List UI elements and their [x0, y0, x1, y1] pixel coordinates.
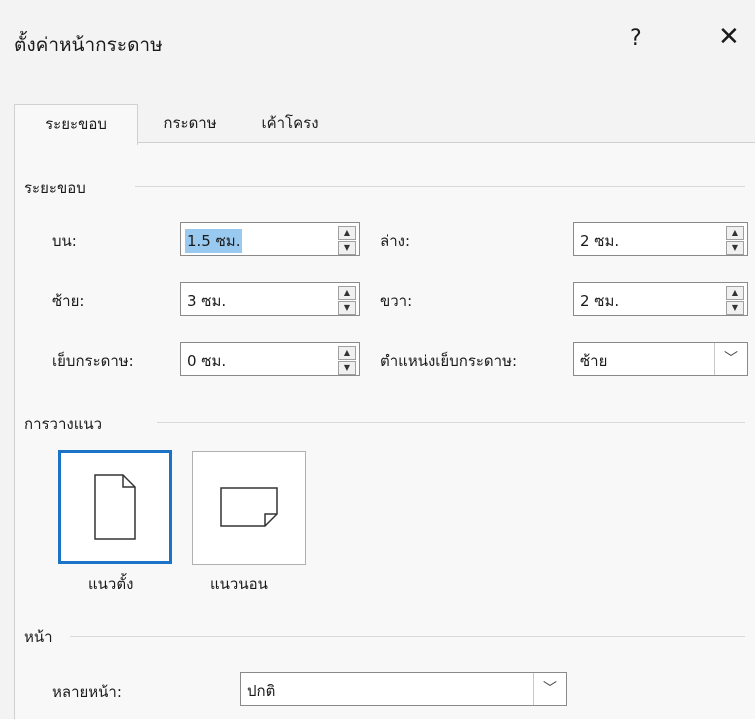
spin-down-icon[interactable]: ▼ — [338, 241, 356, 255]
top-label: บน: — [52, 232, 77, 250]
multiple-pages-label: หลายหน้า: — [52, 683, 122, 701]
right-margin-value[interactable]: 2 ซม. — [580, 289, 619, 313]
spin-down-icon[interactable]: ▼ — [338, 361, 356, 375]
tab-layout[interactable]: เค้าโครง — [240, 104, 340, 142]
pages-group-label: หน้า — [24, 628, 53, 646]
right-margin-spinner[interactable]: 2 ซม. ▲ ▼ — [573, 282, 748, 316]
bottom-label: ล่าง: — [380, 232, 410, 250]
tab-paper[interactable]: กระดาษ — [140, 104, 240, 142]
right-label: ขวา: — [380, 292, 413, 310]
gutter-spinner[interactable]: 0 ซม. ▲ ▼ — [180, 342, 360, 376]
gutter-label: เย็บกระดาษ: — [52, 352, 134, 370]
gutter-value[interactable]: 0 ซม. — [187, 349, 226, 373]
top-margin-spinner[interactable]: 1.5 ซม. ▲ ▼ — [180, 222, 360, 256]
close-button[interactable]: ✕ — [718, 22, 740, 52]
landscape-page-icon — [220, 487, 278, 527]
gutter-position-value: ซ้าย — [580, 352, 608, 370]
spin-up-icon[interactable]: ▲ — [338, 226, 356, 240]
multiple-pages-select[interactable]: ปกติ ﹀ — [240, 672, 567, 706]
tab-margins[interactable]: ระยะขอบ — [14, 104, 138, 145]
divider — [157, 422, 745, 423]
landscape-label[interactable]: แนวนอน — [210, 572, 268, 596]
help-button[interactable]: ? — [630, 26, 642, 51]
dialog-title: ตั้งค่าหน้ากระดาษ — [14, 34, 163, 56]
left-label: ซ้าย: — [52, 292, 85, 310]
portrait-label[interactable]: แนวตั้ง — [88, 572, 133, 596]
margins-group-label: ระยะขอบ — [24, 179, 86, 197]
bottom-margin-value[interactable]: 2 ซม. — [580, 229, 619, 253]
spin-down-icon[interactable]: ▼ — [338, 301, 356, 315]
portrait-button[interactable] — [58, 450, 172, 564]
spin-up-icon[interactable]: ▲ — [338, 346, 356, 360]
chevron-down-icon[interactable]: ﹀ — [533, 673, 566, 705]
spin-up-icon[interactable]: ▲ — [726, 286, 744, 300]
spin-down-icon[interactable]: ▼ — [726, 241, 744, 255]
orientation-group-label: การวางแนว — [24, 415, 103, 433]
spin-up-icon[interactable]: ▲ — [726, 226, 744, 240]
portrait-page-icon — [94, 474, 136, 540]
multiple-pages-value: ปกติ — [247, 682, 276, 700]
landscape-button[interactable] — [192, 451, 306, 565]
spin-up-icon[interactable]: ▲ — [338, 286, 356, 300]
spin-down-icon[interactable]: ▼ — [726, 301, 744, 315]
divider — [135, 186, 745, 187]
left-margin-value[interactable]: 3 ซม. — [187, 289, 226, 313]
left-margin-spinner[interactable]: 3 ซม. ▲ ▼ — [180, 282, 360, 316]
chevron-down-icon[interactable]: ﹀ — [714, 343, 747, 375]
bottom-margin-spinner[interactable]: 2 ซม. ▲ ▼ — [573, 222, 748, 256]
top-margin-value[interactable]: 1.5 ซม. — [185, 229, 243, 253]
divider — [70, 636, 745, 637]
gutter-position-select[interactable]: ซ้าย ﹀ — [573, 342, 748, 376]
gutter-position-label: ตำแหน่งเย็บกระดาษ: — [380, 352, 518, 370]
